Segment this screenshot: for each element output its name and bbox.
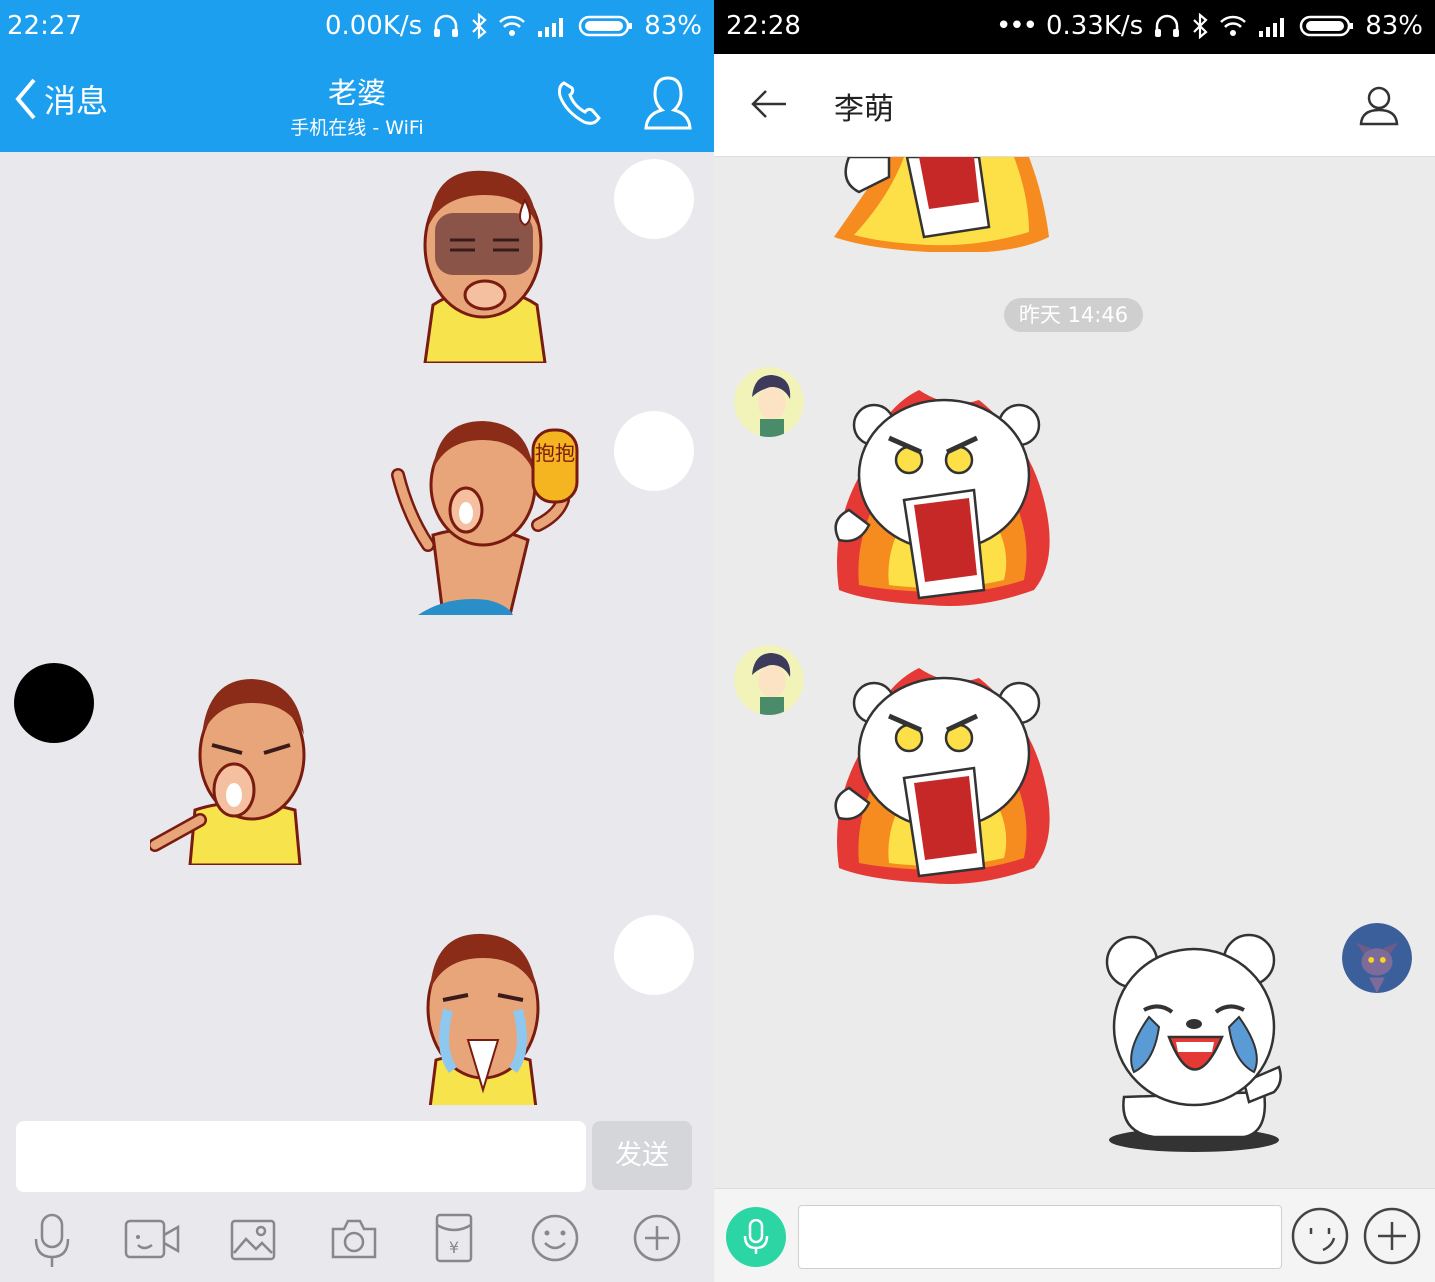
profile-icon[interactable] (643, 74, 693, 132)
angry-bear-fire-sticker[interactable] (829, 380, 1054, 608)
image-icon[interactable] (230, 1219, 276, 1261)
emoji-icon[interactable] (1290, 1206, 1350, 1266)
back-arrow-icon[interactable] (750, 88, 788, 120)
hug-man-sticker[interactable]: 抱抱 (388, 415, 583, 615)
send-button[interactable]: 发送 (592, 1121, 692, 1190)
phone-call-icon[interactable] (554, 78, 604, 128)
angry-bear-fire-sticker[interactable] (829, 658, 1054, 886)
plus-icon[interactable] (1362, 1206, 1422, 1266)
battery-icon (1299, 15, 1354, 37)
left-chat-window: 22:27 0.00K/s 83% 消息 老婆 手机在线 - WiFi 抱抱 发… (0, 0, 714, 1282)
input-bar: 发送 ¥ (0, 1105, 714, 1282)
right-chat-window: 22:28 ••• 0.33K/s 83% 李萌 昨天 14:46 (714, 0, 1435, 1282)
contact-avatar[interactable] (734, 645, 804, 715)
pointing-man-sticker[interactable] (150, 675, 310, 865)
status-time: 22:27 (7, 11, 82, 41)
more-dots-icon: ••• (995, 11, 1038, 41)
headphone-icon (434, 14, 459, 37)
battery-icon (578, 15, 633, 37)
plus-icon[interactable] (632, 1213, 682, 1263)
signal-icon (538, 18, 564, 37)
input-bar (714, 1188, 1435, 1282)
red-packet-icon[interactable]: ¥ (435, 1213, 473, 1263)
emoji-icon[interactable] (530, 1213, 580, 1263)
message-input[interactable] (16, 1121, 586, 1192)
crying-man-sticker[interactable] (418, 930, 548, 1108)
sticker-text: 抱抱 (535, 441, 575, 465)
sweating-man-sticker[interactable] (415, 165, 555, 363)
mic-icon (743, 1219, 769, 1254)
wifi-icon (1220, 15, 1247, 36)
profile-icon[interactable] (1358, 84, 1400, 126)
contact-name: 老婆 (327, 76, 386, 110)
message-timestamp: 昨天 14:46 (1004, 298, 1143, 332)
my-avatar[interactable] (1342, 923, 1412, 993)
battery-percent: 83% (644, 11, 702, 41)
contact-status: 手机在线 - WiFi (290, 117, 424, 139)
headphone-icon (1155, 14, 1180, 37)
video-icon[interactable] (124, 1217, 180, 1261)
status-bar: 22:27 0.00K/s 83% (0, 0, 714, 54)
my-avatar[interactable] (614, 411, 694, 491)
my-avatar[interactable] (614, 915, 694, 995)
wifi-icon (499, 15, 526, 36)
message-input[interactable] (798, 1205, 1282, 1269)
status-bar: 22:28 ••• 0.33K/s 83% (714, 0, 1435, 54)
contact-avatar[interactable] (14, 663, 94, 743)
chat-header: 消息 老婆 手机在线 - WiFi (0, 54, 714, 152)
bluetooth-icon (1193, 13, 1208, 39)
contact-avatar[interactable] (734, 367, 804, 437)
status-time: 22:28 (726, 11, 801, 41)
network-speed: 0.33K/s (1045, 11, 1144, 41)
battery-percent: 83% (1365, 11, 1423, 41)
mic-icon[interactable] (33, 1213, 71, 1269)
crying-bear-sticker[interactable] (1104, 932, 1284, 1154)
angry-bear-fire-sticker[interactable] (829, 157, 1054, 252)
camera-icon[interactable] (329, 1217, 379, 1261)
svg-text:¥: ¥ (449, 1238, 459, 1257)
chat-header: 李萌 (714, 54, 1435, 157)
network-speed: 0.00K/s (324, 11, 423, 41)
my-avatar[interactable] (614, 159, 694, 239)
voice-button[interactable] (726, 1207, 786, 1267)
bluetooth-icon (472, 13, 487, 39)
signal-icon (1259, 18, 1285, 37)
contact-name: 李萌 (834, 92, 894, 127)
